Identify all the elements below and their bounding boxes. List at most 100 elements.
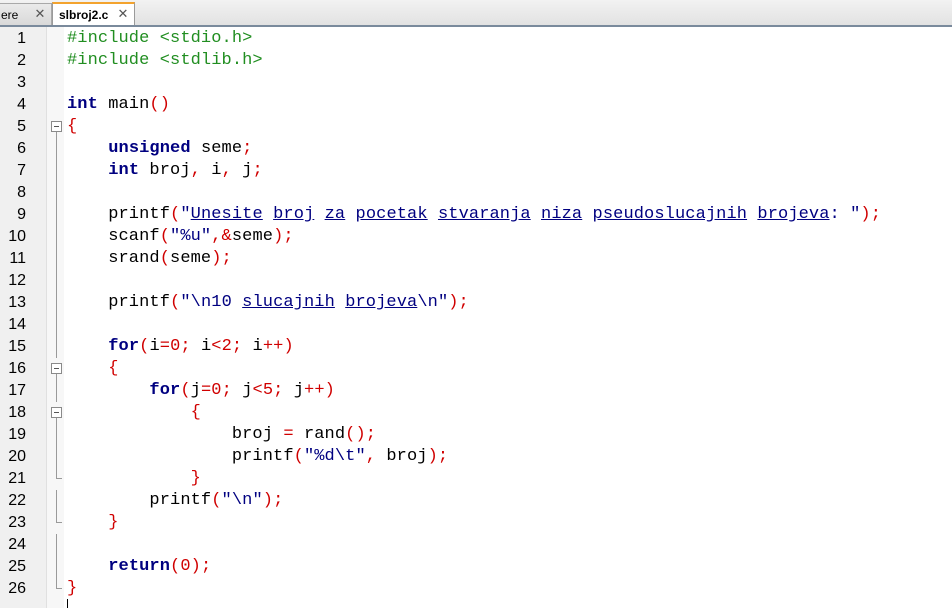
code-text: for(j=0; j<5; j++) [67,380,335,402]
fold-guide [47,270,64,292]
code-line[interactable]: 12 [0,270,952,292]
fold-end-marker [47,468,64,490]
token-plain: srand [67,249,160,268]
token-plain: j [231,161,253,180]
code-line[interactable]: 8 [0,182,952,204]
code-line[interactable]: 1 #include <stdio.h> [0,28,952,50]
tab-label: ere [1,7,19,22]
token-kw: int [108,161,140,180]
token-kw: for [108,337,140,356]
line-number: 8 [17,184,26,201]
tab-inactive-file[interactable]: ere ✕ [0,3,52,25]
fold-guide [47,556,64,578]
token-plain: seme [231,227,274,246]
token-op: ; [221,381,232,400]
token-plain: i [242,337,263,356]
token-op: (); [345,425,377,444]
code-editor[interactable]: 1 #include <stdio.h> 2 #include <stdlib.h> 3… [0,27,952,608]
token-op: { [67,117,78,136]
fold-collapse-icon[interactable] [47,402,64,424]
code-line[interactable]: 26} [0,578,952,600]
text-caret [67,599,68,608]
token-kw: unsigned [108,139,191,158]
token-plain: i [190,337,212,356]
code-line[interactable]: 11 srand(seme); [0,248,952,270]
code-text: int broj, i, j; [67,160,263,182]
code-line[interactable]: 7 int broj, i, j; [0,160,952,182]
code-line[interactable]: 10 scanf("%u",&seme); [0,226,952,248]
token-op: ( [211,491,222,510]
code-line[interactable]: 19 broj = rand(); [0,424,952,446]
line-number: 26 [8,580,26,597]
code-line[interactable]: 9 printf("Unesite broj za pocetak stvara… [0,204,952,226]
line-number: 5 [17,118,26,135]
token-op: = [283,425,294,444]
close-icon[interactable]: ✕ [116,6,130,22]
line-number: 1 [17,30,26,47]
token-plain: printf [67,205,171,224]
fold-guide [47,314,64,336]
fold-collapse-icon[interactable] [47,116,64,138]
code-text: return(0); [67,556,211,578]
code-line[interactable]: 14 [0,314,952,336]
code-line[interactable]: 4 int main() [0,94,952,116]
token-op: ( [170,557,181,576]
fold-guide [47,446,64,468]
token-op: ( [180,381,191,400]
line-number: 16 [8,360,26,377]
code-line[interactable]: 23 } [0,512,952,534]
code-text: scanf("%u",&seme); [67,226,294,248]
line-number: 19 [8,426,26,443]
token-op: 0 [180,557,191,576]
code-line[interactable]: 5{ [0,116,952,138]
fold-guide [47,292,64,314]
code-line[interactable]: 20 printf("%d\t", broj); [0,446,952,468]
token-op: = [200,381,212,400]
tab-slbroj2[interactable]: slbroj2.c ✕ [52,2,135,25]
code-line[interactable]: 22 printf("\n"); [0,490,952,512]
fold-guide [47,182,64,204]
token-op: 2 [221,337,232,356]
code-line[interactable]: 3 [0,72,952,94]
token-plain: printf [67,491,212,510]
close-icon[interactable]: ✕ [33,6,47,22]
token-op: < [211,337,222,356]
line-number: 4 [17,96,26,113]
tab-label: slbroj2.c [59,7,109,22]
token-op: ); [190,557,212,576]
code-line[interactable]: 13 printf("\n10 slucajnih brojeva\n"); [0,292,952,314]
token-plain: broj [139,161,191,180]
token-op: ; [252,161,263,180]
token-op: ( [159,249,171,268]
code-line[interactable]: 25 return(0); [0,556,952,578]
line-number: 13 [8,294,26,311]
code-line[interactable]: 18 { [0,402,952,424]
code-line[interactable]: 21 } [0,468,952,490]
code-line[interactable]: 24 [0,534,952,556]
code-text: srand(seme); [67,248,232,270]
code-line[interactable]: 2 #include <stdlib.h> [0,50,952,72]
fold-empty [47,94,64,116]
line-number: 7 [17,162,26,179]
fold-collapse-icon[interactable] [47,358,64,380]
code-text: } [67,468,201,490]
token-op: } [190,469,201,488]
code-line[interactable]: 15 for(i=0; i<2; i++) [0,336,952,358]
line-number: 25 [8,558,26,575]
token-kw: return [108,557,171,576]
code-line[interactable]: 17 for(j=0; j<5; j++) [0,380,952,402]
token-op: () [149,95,171,114]
code-text: } [67,512,119,534]
token-op: ++) [304,381,335,400]
code-line[interactable]: 16 { [0,358,952,380]
token-str: "\n10 slucajnih brojeva\n" [180,293,449,312]
token-op: < [252,381,263,400]
fold-empty [47,50,64,72]
code-line[interactable]: 6 unsigned seme; [0,138,952,160]
token-op: ( [139,337,150,356]
